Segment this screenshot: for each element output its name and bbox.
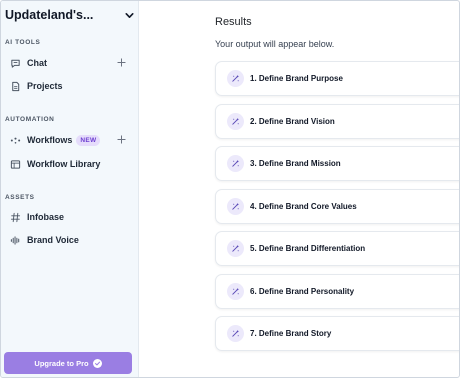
step-label: 6. Define Brand Personality xyxy=(250,287,355,296)
sidebar-item-label: Workflow Library xyxy=(27,159,101,169)
section-label-ai-tools: AI TOOLS xyxy=(5,39,41,46)
chevron-down-icon[interactable] xyxy=(123,9,135,21)
step-card[interactable]: 4. Define Brand Core Values xyxy=(215,189,459,224)
step-label: 7. Define Brand Story xyxy=(250,329,332,338)
step-label: 1. Define Brand Purpose xyxy=(250,74,343,83)
hash-icon xyxy=(9,211,21,223)
document-icon xyxy=(9,80,21,92)
wand-sparkle-icon xyxy=(227,283,244,300)
sidebar-item-label: Projects xyxy=(27,81,63,91)
upgrade-label: Upgrade to Pro xyxy=(34,358,89,368)
section-label-assets: ASSETS xyxy=(5,194,35,201)
step-label: 2. Define Brand Vision xyxy=(250,117,335,126)
upgrade-to-pro-button[interactable]: Upgrade to Pro xyxy=(4,352,132,374)
results-panel: Results Your output will appear below. 1… xyxy=(140,1,459,377)
chat-bubble-icon xyxy=(9,57,21,69)
step-card[interactable]: 7. Define Brand Story xyxy=(215,316,459,351)
workspace-title: Updateland's... xyxy=(5,8,94,22)
check-circle-icon xyxy=(92,358,102,368)
step-label: 3. Define Brand Mission xyxy=(250,159,341,168)
wand-sparkle-icon xyxy=(227,70,244,87)
sidebar-item-brand-voice[interactable]: Brand Voice xyxy=(9,232,131,248)
sidebar-item-label: Brand Voice xyxy=(27,235,79,245)
sidebar-item-chat[interactable]: Chat xyxy=(9,55,131,71)
step-card[interactable]: 3. Define Brand Mission xyxy=(215,146,459,181)
app-window: Updateland's... AI TOOLS Chat Projects A… xyxy=(0,0,460,378)
sound-wave-icon xyxy=(9,234,21,246)
wand-sparkle-icon xyxy=(227,113,244,130)
workflow-dots-icon xyxy=(9,134,21,146)
sidebar-item-label: Workflows xyxy=(27,135,73,145)
sidebar-item-workflow-library[interactable]: Workflow Library xyxy=(9,156,131,172)
wand-sparkle-icon xyxy=(227,240,244,257)
sidebar-item-label: Chat xyxy=(27,58,47,68)
wand-sparkle-icon xyxy=(227,198,244,215)
step-card[interactable]: 2. Define Brand Vision xyxy=(215,104,459,139)
sidebar-item-projects[interactable]: Projects xyxy=(9,78,131,94)
page-subtitle: Your output will appear below. xyxy=(215,39,335,49)
new-badge: NEW xyxy=(76,134,101,146)
library-panel-icon xyxy=(9,158,21,170)
step-card[interactable]: 5. Define Brand Differentiation xyxy=(215,231,459,266)
sidebar-item-label: Infobase xyxy=(27,212,65,222)
step-label: 4. Define Brand Core Values xyxy=(250,202,357,211)
sidebar-item-infobase[interactable]: Infobase xyxy=(9,209,131,225)
step-label: 5. Define Brand Differentiation xyxy=(250,244,366,253)
sidebar: Updateland's... AI TOOLS Chat Projects A… xyxy=(1,1,139,377)
wand-sparkle-icon xyxy=(227,155,244,172)
page-title: Results xyxy=(215,16,252,28)
workspace-switcher[interactable]: Updateland's... xyxy=(5,6,135,24)
step-card[interactable]: 6. Define Brand Personality xyxy=(215,274,459,309)
sidebar-item-workflows[interactable]: Workflows NEW xyxy=(9,132,131,148)
wand-sparkle-icon xyxy=(227,325,244,342)
add-workflow-plus-icon[interactable] xyxy=(115,133,127,145)
section-label-automation: AUTOMATION xyxy=(5,116,55,123)
step-card[interactable]: 1. Define Brand Purpose xyxy=(215,61,459,96)
add-chat-plus-icon[interactable] xyxy=(115,56,127,68)
